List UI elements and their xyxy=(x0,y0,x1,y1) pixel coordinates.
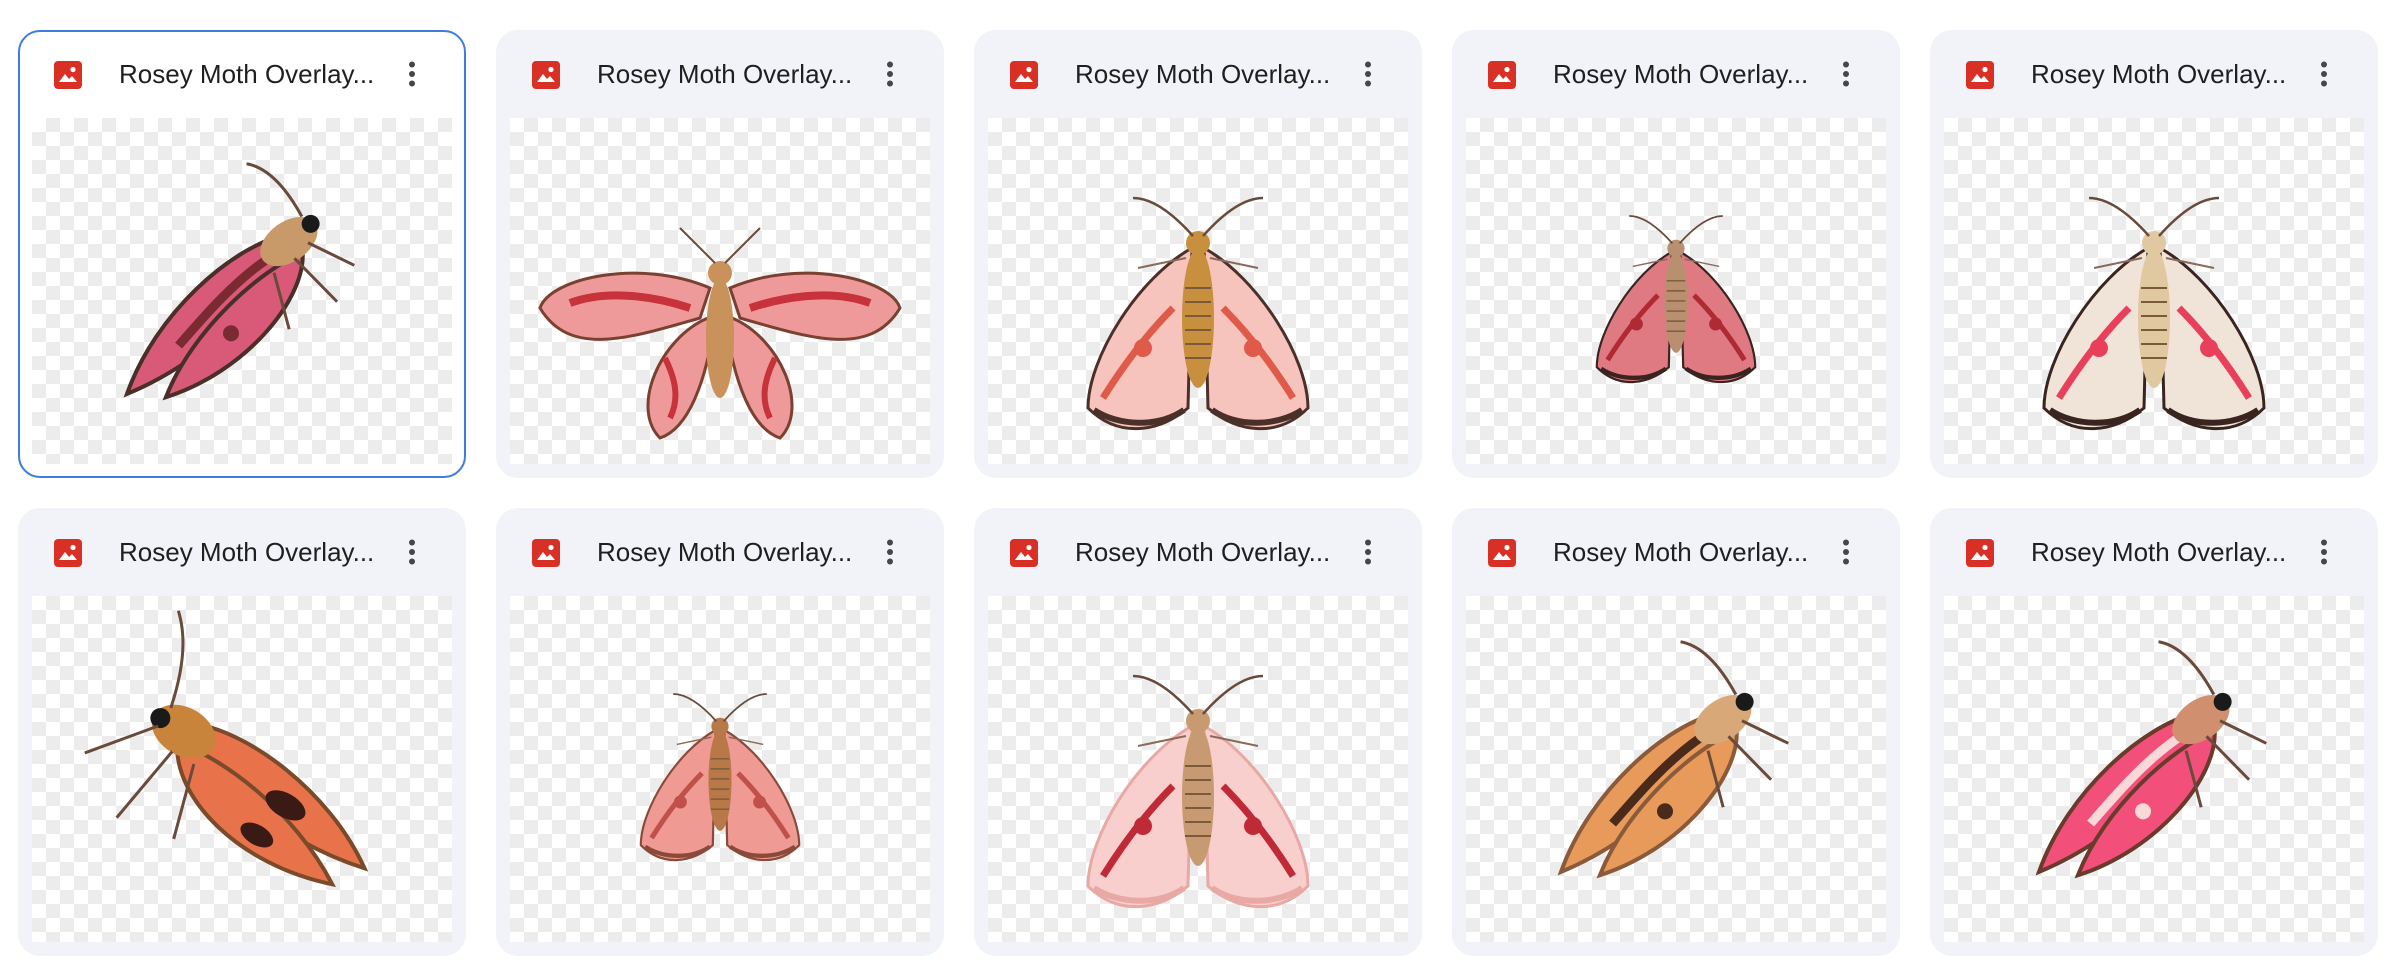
file-card-3[interactable]: Rosey Moth Overlay... xyxy=(974,30,1422,478)
file-thumbnail xyxy=(510,118,930,464)
file-card-header: Rosey Moth Overlay... xyxy=(974,30,1422,118)
moth-image xyxy=(639,693,801,862)
more-vert-icon xyxy=(887,539,893,565)
image-file-icon xyxy=(1487,60,1517,90)
file-thumbnail xyxy=(1944,596,2364,942)
file-name: Rosey Moth Overlay... xyxy=(1553,59,1809,89)
file-name: Rosey Moth Overlay... xyxy=(119,59,375,89)
file-card-header: Rosey Moth Overlay... xyxy=(1452,508,1900,596)
image-file-icon xyxy=(1965,538,1995,568)
more-options-button[interactable] xyxy=(390,530,434,574)
more-options-button[interactable] xyxy=(868,530,912,574)
file-card-header: Rosey Moth Overlay... xyxy=(1452,30,1900,118)
moth-image xyxy=(2035,640,2267,879)
moth-image xyxy=(1086,196,1310,431)
more-vert-icon xyxy=(1365,539,1371,565)
file-card-1[interactable]: Rosey Moth Overlay... xyxy=(18,30,466,478)
file-thumbnail xyxy=(1944,118,2364,464)
moth-image xyxy=(1086,674,1310,909)
file-thumbnail xyxy=(1466,596,1886,942)
file-name: Rosey Moth Overlay... xyxy=(597,59,853,89)
file-thumbnail xyxy=(1466,118,1886,464)
file-card-header: Rosey Moth Overlay... xyxy=(974,508,1422,596)
image-file-icon xyxy=(1965,60,1995,90)
moth-image xyxy=(2042,196,2266,431)
image-file-icon xyxy=(53,60,83,90)
file-card-header: Rosey Moth Overlay... xyxy=(496,30,944,118)
file-card-6[interactable]: Rosey Moth Overlay... xyxy=(18,508,466,956)
more-options-button[interactable] xyxy=(1346,530,1390,574)
more-vert-icon xyxy=(409,61,415,87)
more-options-button[interactable] xyxy=(2302,530,2346,574)
file-thumbnail xyxy=(32,596,452,942)
file-card-10[interactable]: Rosey Moth Overlay... xyxy=(1930,508,2378,956)
file-card-8[interactable]: Rosey Moth Overlay... xyxy=(974,508,1422,956)
file-name: Rosey Moth Overlay... xyxy=(1075,537,1331,567)
more-vert-icon xyxy=(2321,539,2327,565)
file-card-header: Rosey Moth Overlay... xyxy=(18,508,466,596)
more-vert-icon xyxy=(2321,61,2327,87)
more-options-button[interactable] xyxy=(1824,52,1868,96)
file-name: Rosey Moth Overlay... xyxy=(1553,537,1809,567)
moth-image xyxy=(538,227,902,440)
image-file-icon xyxy=(1009,60,1039,90)
file-grid: Rosey Moth Overlay... Rosey Moth Overlay… xyxy=(18,30,2380,956)
file-name: Rosey Moth Overlay... xyxy=(1075,59,1331,89)
file-card-4[interactable]: Rosey Moth Overlay... xyxy=(1452,30,1900,478)
file-thumbnail xyxy=(510,596,930,942)
file-name: Rosey Moth Overlay... xyxy=(597,537,853,567)
moth-image xyxy=(1557,640,1789,879)
file-card-header: Rosey Moth Overlay... xyxy=(496,508,944,596)
file-card-header: Rosey Moth Overlay... xyxy=(1930,508,2378,596)
more-options-button[interactable] xyxy=(1346,52,1390,96)
file-card-2[interactable]: Rosey Moth Overlay... xyxy=(496,30,944,478)
more-vert-icon xyxy=(409,539,415,565)
image-file-icon xyxy=(531,538,561,568)
file-name: Rosey Moth Overlay... xyxy=(119,537,375,567)
more-vert-icon xyxy=(1365,61,1371,87)
more-options-button[interactable] xyxy=(390,52,434,96)
more-options-button[interactable] xyxy=(868,52,912,96)
moth-image xyxy=(1595,215,1757,384)
file-card-header: Rosey Moth Overlay... xyxy=(18,30,466,118)
more-vert-icon xyxy=(1843,539,1849,565)
file-thumbnail xyxy=(988,596,1408,942)
file-name: Rosey Moth Overlay... xyxy=(2031,59,2287,89)
image-file-icon xyxy=(531,60,561,90)
image-file-icon xyxy=(53,538,83,568)
file-name: Rosey Moth Overlay... xyxy=(2031,537,2287,567)
file-card-7[interactable]: Rosey Moth Overlay... xyxy=(496,508,944,956)
image-file-icon xyxy=(1487,538,1517,568)
moth-image xyxy=(123,162,355,401)
more-options-button[interactable] xyxy=(1824,530,1868,574)
file-card-9[interactable]: Rosey Moth Overlay... xyxy=(1452,508,1900,956)
more-vert-icon xyxy=(887,61,893,87)
more-vert-icon xyxy=(1843,61,1849,87)
file-thumbnail xyxy=(32,118,452,464)
more-options-button[interactable] xyxy=(2302,52,2346,96)
file-card-header: Rosey Moth Overlay... xyxy=(1930,30,2378,118)
image-file-icon xyxy=(1009,538,1039,568)
file-card-5[interactable]: Rosey Moth Overlay... xyxy=(1930,30,2378,478)
moth-image xyxy=(84,610,369,888)
file-thumbnail xyxy=(988,118,1408,464)
